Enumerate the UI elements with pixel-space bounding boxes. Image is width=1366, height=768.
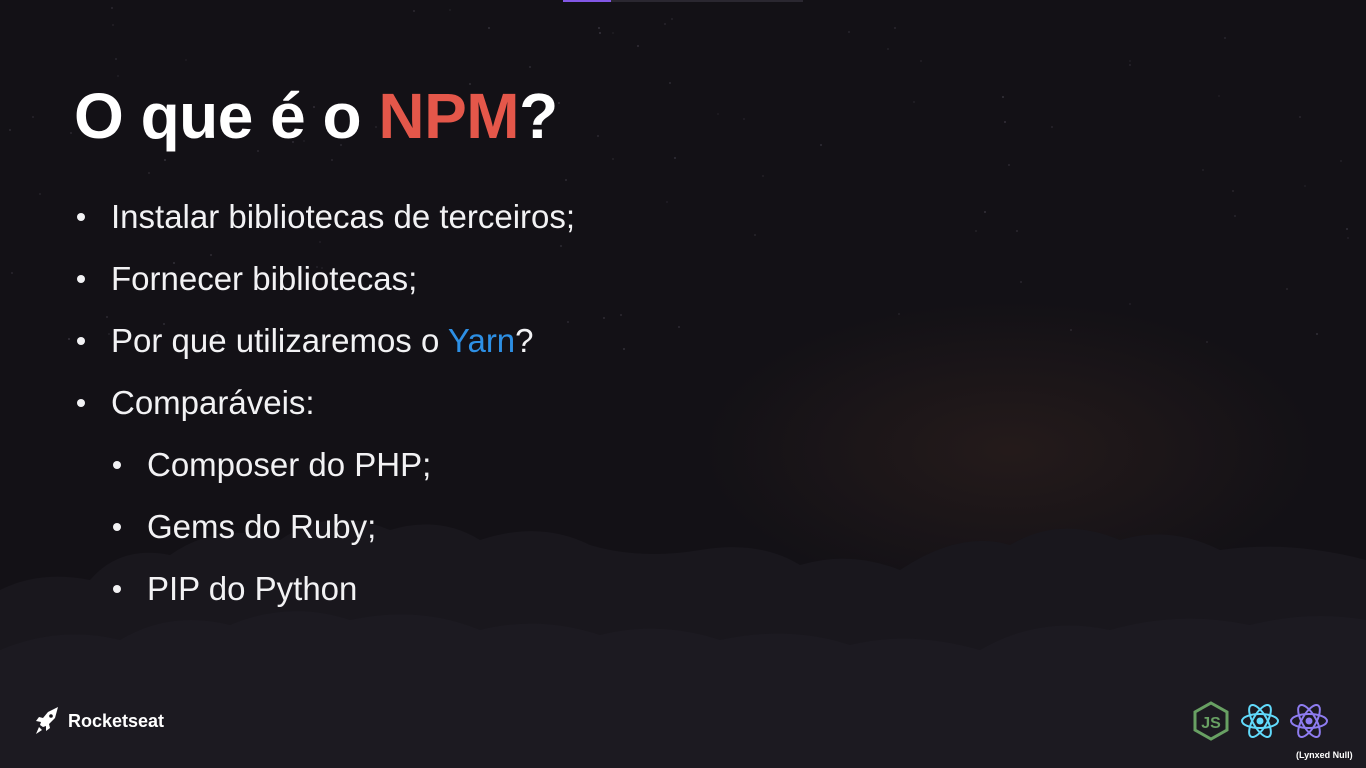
brand: Rocketseat <box>34 705 164 737</box>
bullet-dot-icon <box>113 461 121 469</box>
react-native-icon <box>1290 704 1328 738</box>
slide-title: O que é o NPM? <box>74 78 558 154</box>
brand-name: Rocketseat <box>68 710 165 731</box>
sub-bullet-item: PIP do Python <box>110 558 575 620</box>
bullet-dot-icon <box>77 399 85 407</box>
bullet-dot-icon <box>77 337 85 345</box>
sub-bullet-item: Composer do PHP; <box>110 434 575 496</box>
svg-text:JS: JS <box>1201 715 1221 732</box>
nodejs-icon: JS <box>1193 701 1229 741</box>
bullet-text-after: ? <box>515 322 534 359</box>
bullet-dot-icon <box>77 275 85 283</box>
progress-accent <box>563 0 611 2</box>
progress-bar <box>563 0 803 2</box>
bullet-text: Gems do Ruby; <box>147 508 377 545</box>
rocket-logo-icon <box>36 707 58 734</box>
bullet-text: PIP do Python <box>147 570 358 607</box>
bullet-text: Fornecer bibliotecas; <box>111 260 418 297</box>
sub-bullet-item: Gems do Ruby; <box>110 496 575 558</box>
title-highlight: NPM <box>378 80 520 152</box>
bullet-item: Por que utilizaremos o Yarn? <box>74 310 575 372</box>
bullet-dot-icon <box>113 523 121 531</box>
slide: O que é o NPM? Instalar bibliotecas de t… <box>0 0 1366 768</box>
react-icon <box>1241 704 1279 738</box>
bullet-text: Composer do PHP; <box>147 446 432 483</box>
title-prefix: O que é o <box>74 80 379 152</box>
bullet-list: Instalar bibliotecas de terceiros; Forne… <box>74 186 575 620</box>
bullet-item: Comparáveis: <box>74 372 575 434</box>
bullet-text: Instalar bibliotecas de terceiros; <box>111 198 576 235</box>
bullet-text: Comparáveis: <box>111 384 315 421</box>
watermark: (Lynxed Null) <box>1296 750 1353 760</box>
bullet-item: Instalar bibliotecas de terceiros; <box>74 186 575 248</box>
title-suffix: ? <box>519 80 558 152</box>
yarn-highlight: Yarn <box>447 322 516 359</box>
bullet-dot-icon <box>77 213 85 221</box>
bullet-text: Por que utilizaremos o <box>111 322 448 359</box>
bullet-dot-icon <box>113 585 121 593</box>
bullet-item: Fornecer bibliotecas; <box>74 248 575 310</box>
